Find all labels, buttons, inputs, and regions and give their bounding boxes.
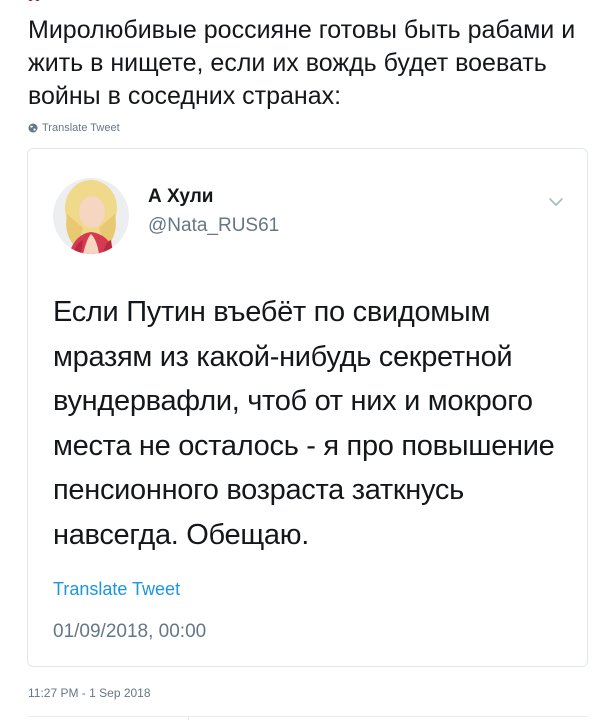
avatar-image bbox=[53, 178, 129, 254]
avatar[interactable] bbox=[53, 178, 129, 254]
divider-tick bbox=[188, 716, 189, 720]
translate-tweet-button[interactable]: Translate Tweet bbox=[28, 122, 120, 134]
chevron-down-icon[interactable] bbox=[548, 196, 564, 208]
quoted-translate-tweet-link[interactable]: Translate Tweet bbox=[53, 579, 180, 600]
quoted-author-name[interactable]: А Хули bbox=[148, 186, 214, 208]
globe-icon bbox=[28, 123, 38, 133]
tweet-timestamp[interactable]: 11:27 PM - 1 Sep 2018 bbox=[28, 686, 151, 700]
tweet-text: Миролюбивые россияне готовы быть рабами … bbox=[28, 16, 576, 110]
quoted-author-handle[interactable]: @Nata_RUS61 bbox=[148, 215, 279, 237]
quoted-tweet-timestamp[interactable]: 01/09/2018, 00:00 bbox=[53, 621, 206, 643]
previous-item-fragment bbox=[28, 0, 42, 4]
divider bbox=[28, 716, 588, 717]
quoted-tweet-text: Если Путин въебёт по свидомым мразям из … bbox=[53, 296, 555, 551]
translate-tweet-label: Translate Tweet bbox=[42, 122, 120, 134]
